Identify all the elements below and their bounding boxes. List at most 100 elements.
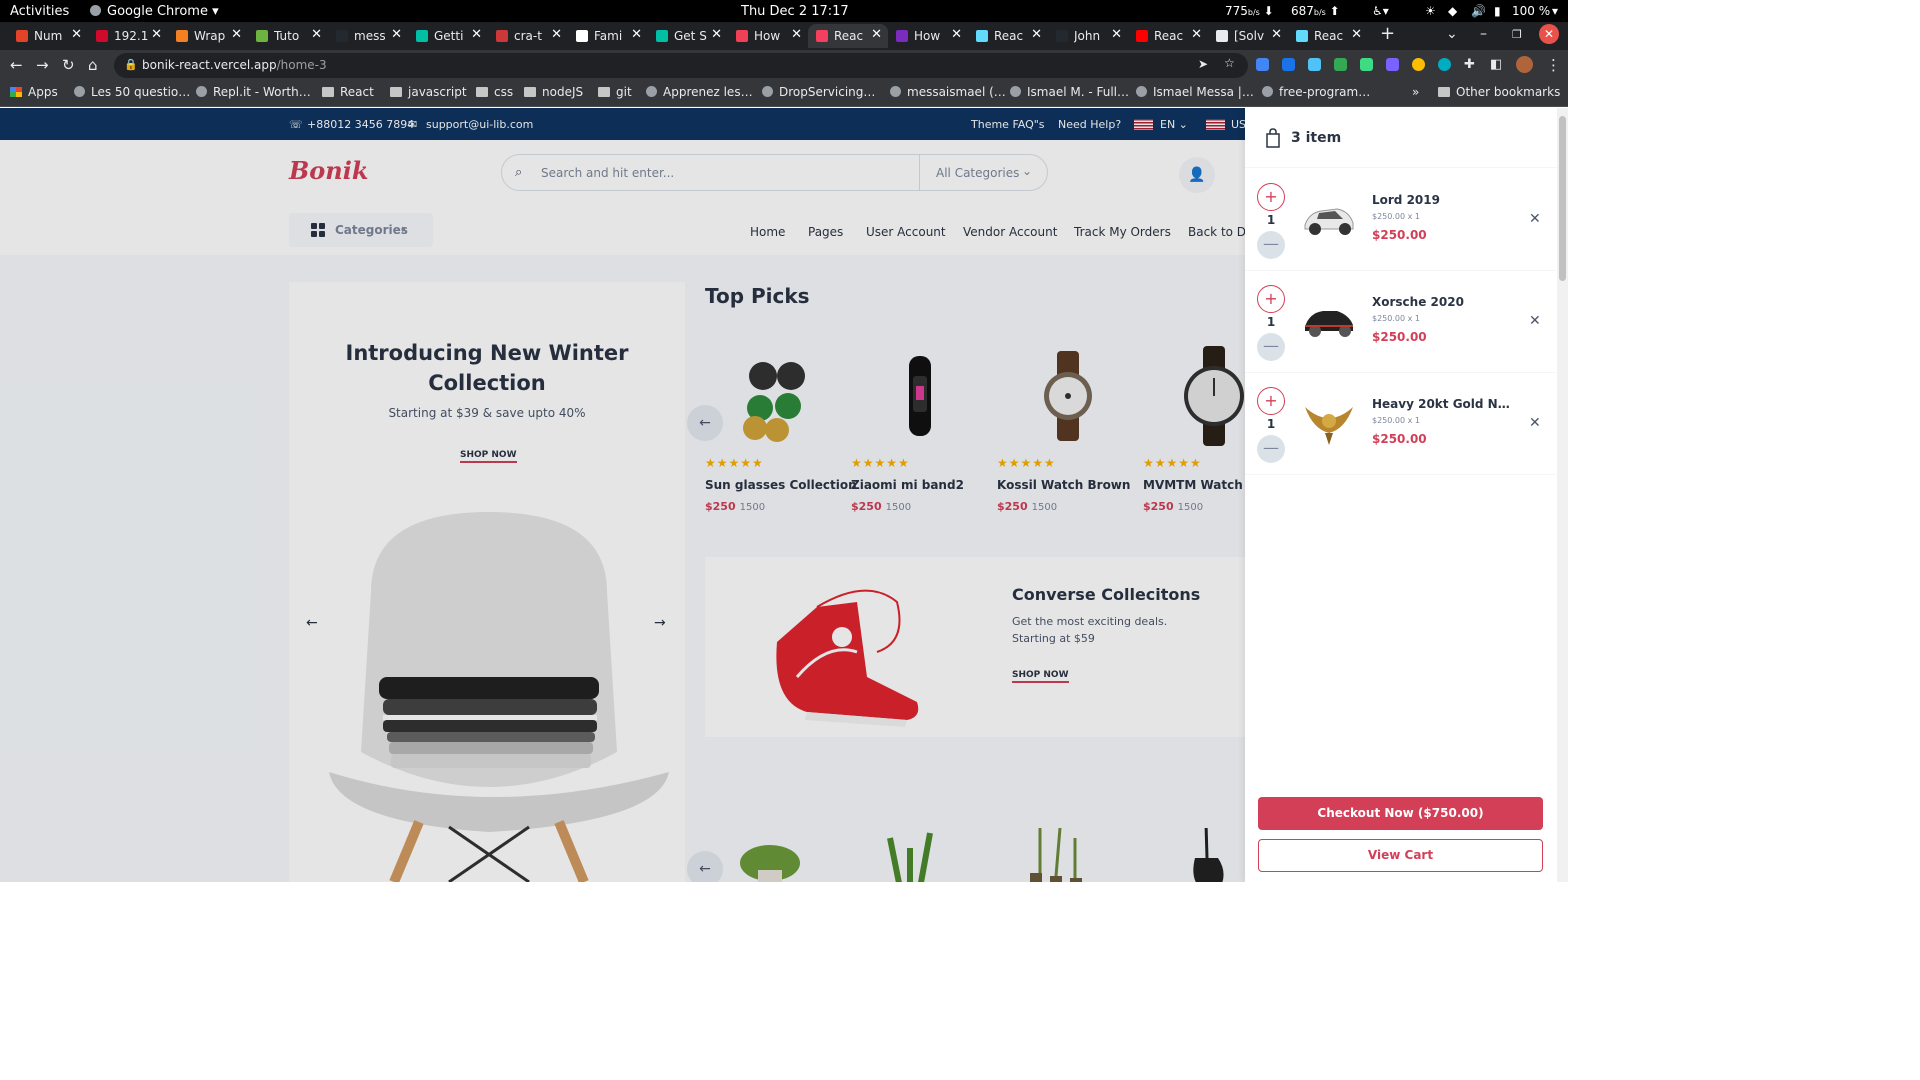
close-tab-icon[interactable]: ✕ (951, 27, 962, 42)
bookmark-item[interactable]: Apprenez les… (646, 85, 753, 99)
scrollbar[interactable] (1557, 108, 1568, 882)
browser-tab[interactable]: Wrap ✕ (168, 24, 248, 48)
browser-tab[interactable]: Num ✕ (8, 24, 88, 48)
bookmark-item[interactable]: git (598, 85, 632, 99)
browser-tab[interactable]: Fami ✕ (568, 24, 648, 48)
bookmark-item[interactable]: Ismael M. - Full… (1010, 85, 1129, 99)
extension-icon[interactable] (1438, 58, 1451, 71)
close-tab-icon[interactable]: ✕ (231, 27, 242, 42)
other-bookmarks[interactable]: Other bookmarks (1438, 85, 1560, 99)
puzzle-icon[interactable]: ✚ (1464, 56, 1475, 74)
bookmark-item[interactable]: Les 50 questio… (74, 85, 190, 99)
scrollbar-thumb[interactable] (1559, 116, 1566, 281)
volume-icon[interactable]: 🔊 (1471, 4, 1486, 18)
decrease-qty-button[interactable]: — (1257, 435, 1285, 463)
browser-tab[interactable]: Reac ✕ (1288, 24, 1368, 48)
browser-tab[interactable]: How ✕ (728, 24, 808, 48)
bookmark-item[interactable]: DropServicing… (762, 85, 875, 99)
bookmark-item[interactable]: css (476, 85, 513, 99)
home-icon[interactable]: ⌂ (88, 56, 98, 74)
close-tab-icon[interactable]: ✕ (151, 27, 162, 42)
new-tab-icon[interactable]: + (1380, 23, 1395, 44)
cart-item-name[interactable]: Heavy 20kt Gold Neckla... (1372, 397, 1517, 411)
close-tab-icon[interactable]: ✕ (71, 27, 82, 42)
side-panel-icon[interactable]: ◧ (1490, 56, 1502, 74)
close-tab-icon[interactable]: ✕ (1351, 27, 1362, 42)
extension-icon[interactable] (1256, 58, 1269, 71)
browser-tab[interactable]: How ✕ (888, 24, 968, 48)
browser-tab[interactable]: Getti ✕ (408, 24, 488, 48)
checkout-button[interactable]: Checkout Now ($750.00) (1258, 797, 1543, 830)
browser-tab[interactable]: Reac ✕ (808, 24, 888, 48)
send-icon[interactable]: ➤ (1198, 57, 1208, 71)
battery-icon[interactable]: ▮ (1494, 4, 1501, 18)
bookmark-item[interactable]: Repl.it - Worth… (196, 85, 311, 99)
browser-tab[interactable]: Tuto ✕ (248, 24, 328, 48)
extension-icon[interactable] (1360, 58, 1373, 71)
remove-item-icon[interactable]: ✕ (1529, 313, 1541, 329)
increase-qty-button[interactable]: + (1257, 387, 1285, 415)
extension-icon[interactable] (1308, 58, 1321, 71)
browser-tab[interactable]: Reac ✕ (1128, 24, 1208, 48)
extension-icon[interactable] (1386, 58, 1399, 71)
view-cart-button[interactable]: View Cart (1258, 839, 1543, 872)
bookmarks-overflow-icon[interactable]: » (1412, 85, 1419, 99)
browser-tab[interactable]: mess ✕ (328, 24, 408, 48)
bookmark-item[interactable]: Apps (10, 85, 58, 99)
close-tab-icon[interactable]: ✕ (1031, 27, 1042, 42)
browser-tab[interactable]: John ✕ (1048, 24, 1128, 48)
brightness-icon[interactable]: ☀ (1425, 4, 1436, 18)
cart-item-name[interactable]: Lord 2019 (1372, 193, 1440, 207)
avatar[interactable] (1516, 56, 1533, 73)
accessibility-icon[interactable]: ♿▾ (1372, 4, 1389, 18)
close-tab-icon[interactable]: ✕ (711, 27, 722, 42)
close-tab-icon[interactable]: ✕ (1111, 27, 1122, 42)
clock[interactable]: Thu Dec 2 17:17 (741, 4, 849, 19)
cart-item-image[interactable] (1301, 297, 1357, 347)
decrease-qty-button[interactable]: — (1257, 333, 1285, 361)
bookmark-item[interactable]: javascript (390, 85, 467, 99)
back-icon[interactable]: ← (10, 56, 23, 74)
bookmark-item[interactable]: React (322, 85, 374, 99)
forward-icon[interactable]: → (36, 56, 49, 74)
close-tab-icon[interactable]: ✕ (391, 27, 402, 42)
increase-qty-button[interactable]: + (1257, 183, 1285, 211)
app-menu[interactable]: Google Chrome ▾ (107, 4, 219, 19)
bookmark-star-icon[interactable]: ☆ (1224, 56, 1235, 70)
cart-item-image[interactable] (1301, 195, 1357, 245)
remove-item-icon[interactable]: ✕ (1529, 211, 1541, 227)
browser-tab[interactable]: 192.1 ✕ (88, 24, 168, 48)
bookmark-item[interactable]: nodeJS (524, 85, 583, 99)
wifi-icon[interactable]: ◆ (1448, 4, 1457, 18)
restore-icon[interactable]: ❐ (1512, 28, 1522, 41)
close-tab-icon[interactable]: ✕ (631, 27, 642, 42)
close-tab-icon[interactable]: ✕ (1271, 27, 1282, 42)
bookmark-item[interactable]: Ismael Messa |… (1136, 85, 1254, 99)
close-tab-icon[interactable]: ✕ (871, 27, 882, 42)
close-tab-icon[interactable]: ✕ (551, 27, 562, 42)
close-tab-icon[interactable]: ✕ (791, 27, 802, 42)
activities-button[interactable]: Activities (10, 4, 69, 19)
browser-tab[interactable]: Reac ✕ (968, 24, 1048, 48)
bookmark-item[interactable]: messaismael (… (890, 85, 1006, 99)
cart-item-name[interactable]: Xorsche 2020 (1372, 295, 1464, 309)
decrease-qty-button[interactable]: — (1257, 231, 1285, 259)
reload-icon[interactable]: ↻ (62, 56, 75, 74)
minimize-icon[interactable]: – (1480, 26, 1487, 42)
browser-tab[interactable]: cra-t ✕ (488, 24, 568, 48)
extension-icon[interactable] (1334, 58, 1347, 71)
cart-item-image[interactable] (1301, 399, 1357, 449)
increase-qty-button[interactable]: + (1257, 285, 1285, 313)
browser-tab[interactable]: Get S ✕ (648, 24, 728, 48)
close-tab-icon[interactable]: ✕ (311, 27, 322, 42)
close-tab-icon[interactable]: ✕ (471, 27, 482, 42)
extension-icon[interactable] (1412, 58, 1425, 71)
system-menu-icon[interactable]: ▾ (1552, 4, 1558, 18)
lock-icon[interactable]: 🔒 (124, 58, 138, 71)
bookmark-item[interactable]: free-program… (1262, 85, 1370, 99)
extension-icon[interactable] (1282, 58, 1295, 71)
close-tab-icon[interactable]: ✕ (1191, 27, 1202, 42)
address-bar[interactable]: 🔒 bonik-react.vercel.app/home-3 ➤ ☆ (114, 53, 1248, 78)
browser-tab[interactable]: [Solv ✕ (1208, 24, 1288, 48)
close-window-icon[interactable]: ✕ (1539, 24, 1559, 44)
